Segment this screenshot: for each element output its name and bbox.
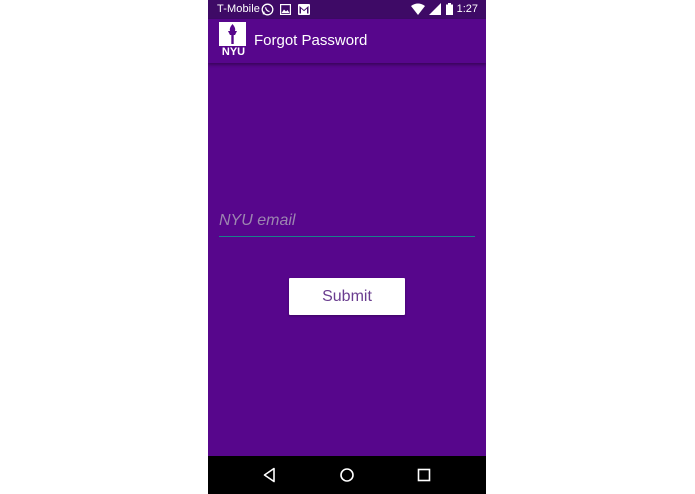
submit-button[interactable]: Submit [289, 278, 405, 315]
gmail-icon [298, 4, 310, 18]
home-icon[interactable] [337, 465, 357, 485]
app-bar: NYU Forgot Password [208, 19, 486, 63]
logo-text: NYU [221, 46, 246, 58]
torch-icon [219, 22, 246, 46]
whatsapp-icon [261, 3, 274, 19]
recents-icon[interactable] [414, 465, 434, 485]
email-field[interactable] [219, 206, 475, 237]
nav-bar [208, 456, 486, 494]
wifi-icon [411, 3, 425, 18]
phone-screen: T-Mobile 1:27 NYU Forgot Password NYU em… [208, 0, 486, 494]
clock: 1:27 [456, 3, 478, 15]
status-bar: T-Mobile 1:27 [208, 0, 486, 19]
battery-icon [446, 3, 453, 18]
image-icon [280, 4, 292, 18]
carrier-label: T-Mobile [217, 3, 260, 15]
signal-icon [429, 3, 441, 18]
back-icon[interactable] [260, 465, 280, 485]
page-title: Forgot Password [254, 32, 368, 49]
